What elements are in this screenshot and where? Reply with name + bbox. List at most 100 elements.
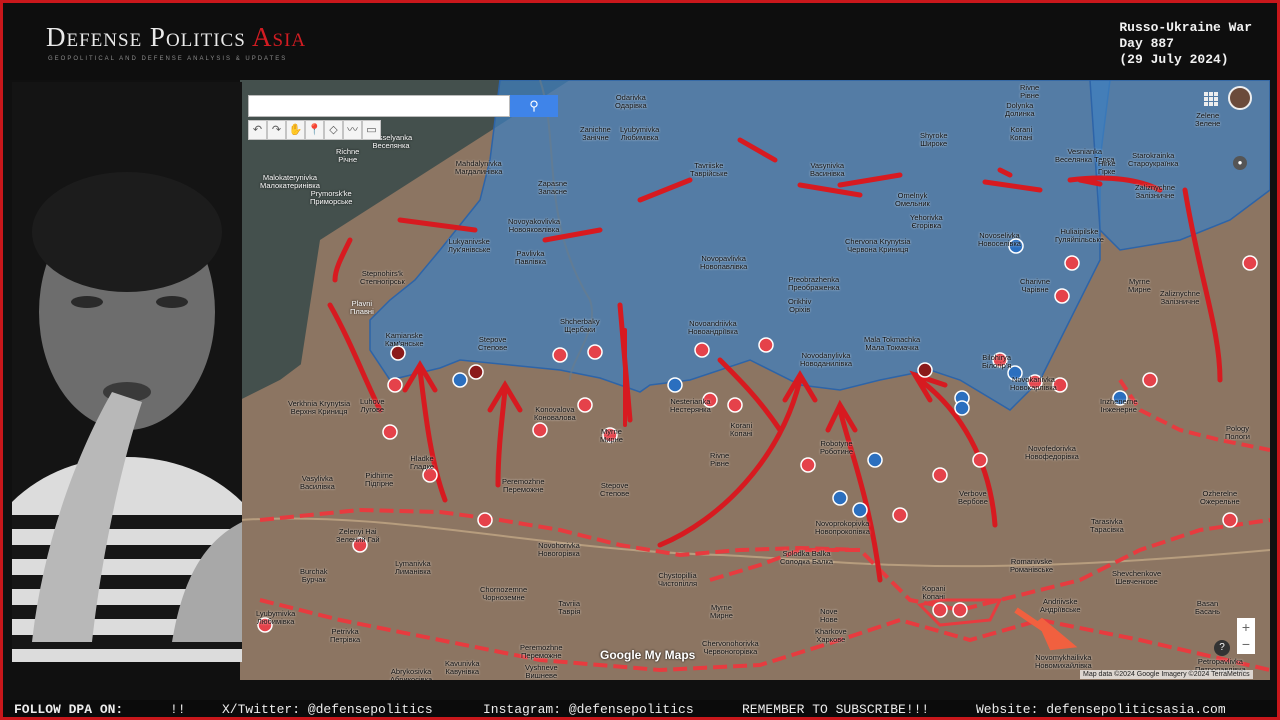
- video-frame: Defense Politics Asia GEOPOLITICAL AND D…: [0, 0, 1280, 720]
- follow-label: FOLLOW DPA ON:: [14, 702, 124, 717]
- place-label: Malokaterynivka Малокатеринівка: [260, 173, 320, 190]
- ru-marker: [477, 512, 493, 528]
- place-label: Novopavlivka Новопавлівка: [700, 254, 748, 271]
- directions-button[interactable]: 〰: [343, 120, 362, 140]
- place-label: Zelene Зелене: [1195, 111, 1221, 128]
- ua-marker: [867, 452, 883, 468]
- ua-marker: [667, 377, 683, 393]
- draw-line-button[interactable]: ◇: [324, 120, 343, 140]
- search-input[interactable]: [248, 95, 510, 117]
- place-label: Korani Копані: [730, 421, 753, 438]
- search-button[interactable]: ⚲: [510, 95, 558, 117]
- undo-button[interactable]: ↶: [248, 120, 267, 140]
- place-label: Hirke Гірке: [1098, 159, 1116, 176]
- ru-marker: [758, 337, 774, 353]
- place-label: Novokarlivka Новокарлівка: [1010, 375, 1057, 392]
- place-label: Peremozhne Переможне: [520, 643, 563, 660]
- place-label: Petrivka Петрівка: [330, 627, 361, 644]
- place-label: Preobrazhenka Преображенка: [788, 275, 840, 292]
- pan-hand-button[interactable]: ✋: [286, 120, 305, 140]
- website-url: Website: defensepoliticsasia.com: [976, 702, 1226, 717]
- header-bar: Defense Politics Asia GEOPOLITICAL AND D…: [0, 0, 1280, 80]
- zoom-out-button[interactable]: −: [1237, 636, 1255, 654]
- ua-marker: [954, 400, 970, 416]
- brand-tagline: GEOPOLITICAL AND DEFENSE ANALYSIS & UPDA…: [48, 56, 288, 62]
- place-label: Vyshneve Вишневе: [525, 663, 558, 680]
- ua-marker: [452, 372, 468, 388]
- place-label: Korani Копані: [1010, 125, 1033, 142]
- place-label: Tavriiske Таврійське: [690, 161, 728, 178]
- place-label: Shcherbaky Щербаки: [560, 317, 600, 334]
- place-label: Prymorsk'ke Приморське: [310, 189, 353, 206]
- place-label: Luhove Лугове: [360, 397, 385, 414]
- place-label: Stepove Степове: [478, 335, 508, 352]
- place-label: Tavriia Таврія: [558, 599, 581, 616]
- place-label: Kopani Копані: [922, 584, 946, 601]
- place-label: Verbove Вербове: [958, 489, 988, 506]
- ru-marker: [387, 377, 403, 393]
- place-label: Kavunivka Кавунівка: [445, 659, 480, 676]
- ru-marker: [952, 602, 968, 618]
- place-label: Pavlivka Павлівка: [515, 249, 547, 266]
- ru-marker: [1242, 255, 1258, 271]
- place-label: Romanivske Романівське: [1010, 557, 1054, 574]
- place-label: Konovalova Коновалова: [534, 405, 576, 422]
- instagram-handle: Instagram: @defensepolitics: [483, 702, 694, 717]
- place-label: Mala Tokmachka Мала Токмачка: [864, 335, 921, 352]
- place-label: Starokrainka Староукраїнка: [1128, 151, 1179, 168]
- zoom-in-button[interactable]: +: [1237, 618, 1255, 636]
- place-label: Bilohirya Білогір'я: [982, 353, 1012, 370]
- war-info: Russo-Ukraine War Day 887 (29 July 2024): [1119, 20, 1252, 68]
- google-my-maps-logo: Google My Maps: [600, 648, 696, 662]
- place-label: Nesterianka Нестерянка: [670, 397, 711, 414]
- place-label: Richne Річне: [336, 147, 360, 164]
- place-label: Huliaipilske Гуляйпільське: [1055, 227, 1104, 244]
- map-toolbar: ↶ ↷ ✋ 📍 ◇ 〰 ▭: [248, 120, 381, 142]
- place-label: Lymanivka Лиманівка: [395, 559, 431, 576]
- avatar[interactable]: [1228, 86, 1252, 110]
- ru-marker: [587, 344, 603, 360]
- ua-marker: [852, 502, 868, 518]
- ru-marker: [892, 507, 908, 523]
- place-label: Abrykosivka Абрикосівка: [390, 667, 433, 681]
- redo-button[interactable]: ↷: [267, 120, 286, 140]
- place-label: Inzhenerne Інженерне: [1100, 397, 1138, 414]
- place-label: Chervonohorivka Червоногорівка: [702, 639, 759, 656]
- place-label: Peremozhne Переможне: [502, 477, 545, 494]
- add-marker-button[interactable]: 📍: [305, 120, 324, 140]
- apps-grid-icon[interactable]: [1204, 92, 1218, 106]
- place-label: Solodka Balka Солодка Балка: [780, 549, 834, 566]
- footer-bar: FOLLOW DPA ON: !! X/Twitter: @defensepol…: [0, 700, 1280, 720]
- presenter-image: [12, 82, 242, 662]
- ru-marker: [468, 364, 484, 380]
- place-label: Ozherelne Ожерельне: [1200, 489, 1240, 506]
- ua-marker: [832, 490, 848, 506]
- place-label: Omelnyk Омельник: [895, 191, 930, 208]
- measure-button[interactable]: ▭: [362, 120, 381, 140]
- help-button[interactable]: ?: [1214, 640, 1230, 656]
- place-label: Hladke Гладке: [410, 454, 435, 471]
- place-label: Zanichne Занічне: [580, 125, 611, 142]
- place-label: Zaliznychne Залізничне: [1135, 183, 1176, 200]
- subscribe-reminder: REMEMBER TO SUBSCRIBE!!!: [742, 702, 930, 717]
- place-label: Charivne Чарівне: [1020, 277, 1051, 294]
- place-label: Orikhiv Оріхів: [788, 297, 812, 314]
- place-label: Mahdalynivka Магдалинівка: [455, 159, 503, 176]
- camera-icon[interactable]: ●: [1233, 156, 1247, 170]
- place-label: Novoselivka Новоселівка: [978, 231, 1021, 248]
- place-label: Zelenyi Hai Зелений Гай: [336, 527, 380, 544]
- place-label: Robotyne Роботине: [820, 439, 854, 456]
- ru-marker: [1054, 288, 1070, 304]
- place-label: Vasynivka Васинівка: [810, 161, 845, 178]
- ru-marker: [917, 362, 933, 378]
- map-view[interactable]: ⚲ ↶ ↷ ✋ 📍 ◇ 〰 ▭ Odarivka Одарівка Vessely…: [240, 80, 1270, 680]
- place-label: Novoyakovlivka Новояковлівка: [508, 217, 561, 234]
- place-label: Stepove Степове: [600, 481, 630, 498]
- place-label: Myrne Мирне: [710, 603, 733, 620]
- place-label: Novomykhailivka Новомихайлівка: [1035, 653, 1092, 670]
- place-label: Novodanylivka Новоданилівка: [800, 351, 853, 368]
- war-date: (29 July 2024): [1119, 52, 1229, 67]
- ru-marker: [390, 345, 406, 361]
- ru-marker: [972, 452, 988, 468]
- place-label: Myrne Мирне: [600, 427, 623, 444]
